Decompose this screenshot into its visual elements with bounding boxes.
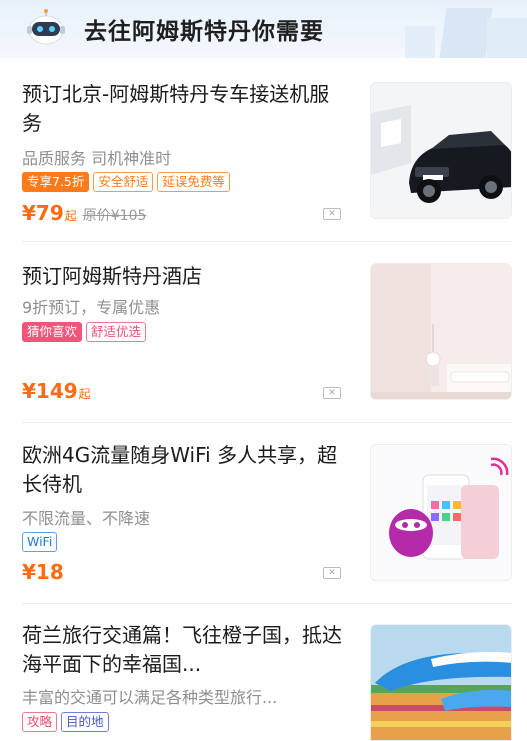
feature-tag: 安全舒适 xyxy=(93,172,154,192)
price-amount: ¥149 xyxy=(22,379,78,403)
card-subtitle: 丰富的交通可以满足各种类型旅行... xyxy=(22,688,278,707)
card-subtitle: 9折预订，专属优惠 xyxy=(22,298,161,317)
feature-tag: 延误免费等 xyxy=(157,172,230,192)
card-tags: 攻略 目的地 xyxy=(22,712,109,732)
card-title: 预订北京-阿姆斯特丹专车接送机服务 xyxy=(22,82,330,135)
building-decoration xyxy=(487,18,527,58)
hotel-room-image xyxy=(370,263,512,400)
robot-icon xyxy=(27,9,65,45)
card-subtitle: 不限流量、不降速 xyxy=(22,509,151,528)
building-decoration xyxy=(439,8,493,58)
wifi-device-image xyxy=(370,444,512,581)
dismiss-icon[interactable]: ✕ xyxy=(323,387,341,399)
price: ¥79 起 原价¥105 xyxy=(22,201,146,225)
card-tags: WiFi xyxy=(22,532,58,552)
recommend-card-transfer[interactable]: 预订北京-阿姆斯特丹专车接送机服务 品质服务 司机神准时 专享7.5折 安全舒适… xyxy=(22,62,512,242)
dismiss-icon[interactable]: ✕ xyxy=(323,208,341,220)
price-suffix: 起 xyxy=(64,209,77,223)
card-title: 荷兰旅行交通篇！飞往橙子国，抵达海平面下的幸福国... xyxy=(22,623,342,676)
feature-tag: WiFi xyxy=(22,532,58,552)
price: ¥18 xyxy=(22,560,64,584)
price-amount: ¥18 xyxy=(22,560,64,584)
card-tags: 专享7.5折 安全舒适 延误免费等 xyxy=(22,172,230,192)
klm-airplane-image xyxy=(370,624,512,741)
discount-tag: 专享7.5折 xyxy=(22,172,90,192)
recommend-tag: 猜你喜欢 xyxy=(22,322,83,342)
page-title: 去往阿姆斯特丹你需要 xyxy=(84,19,324,45)
price-amount: ¥79 xyxy=(22,201,64,225)
price-suffix: 起 xyxy=(78,387,91,401)
feature-tag: 舒适优选 xyxy=(86,322,147,342)
header-banner: 去往阿姆斯特丹你需要 xyxy=(0,0,527,58)
category-tag: 攻略 xyxy=(22,712,58,732)
card-tags: 猜你喜欢 舒适优选 xyxy=(22,322,147,342)
building-decoration xyxy=(405,26,435,58)
recommend-card-guide[interactable]: 荷兰旅行交通篇！飞往橙子国，抵达海平面下的幸福国... 丰富的交通可以满足各种类… xyxy=(22,604,512,741)
original-price: 原价¥105 xyxy=(82,208,147,224)
dismiss-icon[interactable]: ✕ xyxy=(323,567,341,579)
card-title: 欧洲4G流量随身WiFi 多人共享，超长待机 xyxy=(22,443,338,496)
recommend-card-hotel[interactable]: 预订阿姆斯特丹酒店 9折预订，专属优惠 猜你喜欢 舒适优选 ¥149 起 ✕ xyxy=(22,242,512,423)
black-suv-image xyxy=(370,82,512,219)
recommend-card-wifi[interactable]: 欧洲4G流量随身WiFi 多人共享，超长待机 不限流量、不降速 WiFi ¥18… xyxy=(22,423,512,604)
card-subtitle: 品质服务 司机神准时 xyxy=(22,149,172,168)
category-tag: 目的地 xyxy=(61,712,109,732)
price: ¥149 起 xyxy=(22,379,91,403)
card-title: 预订阿姆斯特丹酒店 xyxy=(22,264,202,288)
